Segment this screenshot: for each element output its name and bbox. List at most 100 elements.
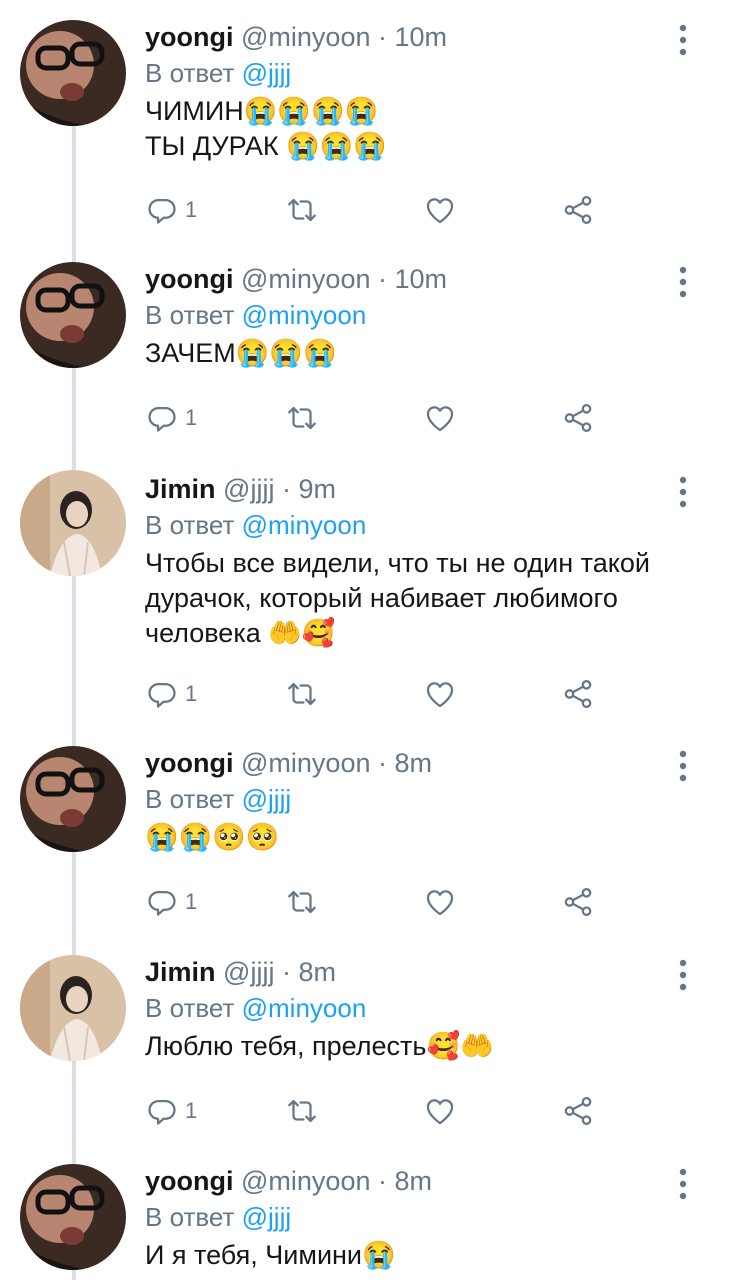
timestamp[interactable]: 8m — [298, 957, 336, 987]
more-vertical-icon[interactable] — [672, 264, 694, 304]
mention-link[interactable]: @jjjj — [242, 58, 292, 88]
tweet[interactable]: yoongi @minyoon · 8m В ответ @jjjj И я т… — [0, 1144, 736, 1280]
separator: · — [378, 22, 387, 52]
reply-button[interactable]: 1 — [145, 398, 197, 438]
tweet-text: И я тебя, Чимини😭 — [145, 1238, 705, 1273]
tweet[interactable]: yoongi @minyoon · 8m В ответ @jjjj 😭😭🥺🥺 … — [0, 726, 736, 946]
share-icon — [564, 195, 592, 225]
timestamp[interactable]: 10m — [395, 22, 448, 52]
author-handle[interactable]: @minyoon — [241, 748, 370, 778]
author-name[interactable]: Jimin — [145, 957, 216, 987]
like-button[interactable] — [423, 1091, 457, 1131]
like-button[interactable] — [423, 190, 457, 230]
tweet[interactable]: Jimin @jjjj · 8m В ответ @minyoon Люблю … — [0, 935, 736, 1155]
tweet-text: ЧИМИН😭😭😭😭 ТЫ ДУРАК 😭😭😭 — [145, 94, 705, 164]
tweet-header: yoongi @minyoon · 8m — [145, 748, 432, 779]
share-button[interactable] — [561, 674, 595, 714]
timestamp[interactable]: 9m — [298, 474, 336, 504]
retweet-icon — [288, 1099, 316, 1123]
reply-count: 1 — [185, 681, 198, 706]
separator: · — [378, 1166, 387, 1196]
avatar[interactable] — [20, 20, 126, 126]
more-vertical-icon[interactable] — [672, 474, 694, 514]
author-handle[interactable]: @jjjj — [223, 474, 274, 504]
reply-count: 1 — [185, 889, 198, 914]
timestamp[interactable]: 10m — [395, 264, 448, 294]
reply-context: В ответ @jjjj — [145, 58, 291, 89]
retweet-button[interactable] — [285, 882, 319, 922]
author-handle[interactable]: @jjjj — [223, 957, 274, 987]
avatar[interactable] — [20, 746, 126, 852]
author-name[interactable]: yoongi — [145, 22, 234, 52]
action-bar: 1 — [145, 398, 625, 438]
mention-link[interactable]: @jjjj — [242, 784, 292, 814]
share-button[interactable] — [561, 1091, 595, 1131]
reply-icon — [148, 682, 176, 708]
author-name[interactable]: Jimin — [145, 474, 216, 504]
author-handle[interactable]: @minyoon — [241, 22, 370, 52]
share-icon — [564, 679, 592, 709]
like-button[interactable] — [423, 398, 457, 438]
author-name[interactable]: yoongi — [145, 1166, 234, 1196]
reply-button[interactable]: 1 — [145, 882, 197, 922]
avatar[interactable] — [20, 470, 126, 576]
tweet[interactable]: yoongi @minyoon · 10m В ответ @jjjj ЧИМИ… — [0, 0, 736, 260]
tweet-header: yoongi @minyoon · 10m — [145, 22, 447, 53]
author-handle[interactable]: @minyoon — [241, 264, 370, 294]
reply-context: В ответ @jjjj — [145, 1202, 291, 1233]
reply-prefix: В ответ — [145, 300, 235, 330]
like-button[interactable] — [423, 882, 457, 922]
tweet-line: 😭😭🥺🥺 — [145, 822, 280, 852]
tweet-line: Люблю тебя, прелесть🥰🤲 — [145, 1031, 494, 1061]
reply-context: В ответ @minyoon — [145, 993, 366, 1024]
share-button[interactable] — [561, 882, 595, 922]
tweet-text: 😭😭🥺🥺 — [145, 820, 705, 855]
more-vertical-icon[interactable] — [672, 748, 694, 788]
mention-link[interactable]: @minyoon — [242, 993, 367, 1023]
tweet-header: yoongi @minyoon · 8m — [145, 1166, 432, 1197]
mention-link[interactable]: @minyoon — [242, 300, 367, 330]
share-button[interactable] — [561, 190, 595, 230]
avatar[interactable] — [20, 1164, 126, 1270]
retweet-icon — [288, 682, 316, 706]
more-vertical-icon[interactable] — [672, 957, 694, 997]
share-icon — [564, 403, 592, 433]
tweet-line: И я тебя, Чимини😭 — [145, 1240, 396, 1270]
author-handle[interactable]: @minyoon — [241, 1166, 370, 1196]
tweet-header: Jimin @jjjj · 8m — [145, 957, 336, 988]
tweet-text: ЗАЧЕМ😭😭😭 — [145, 336, 705, 371]
avatar[interactable] — [20, 262, 126, 368]
avatar[interactable] — [20, 955, 126, 1061]
retweet-icon — [288, 406, 316, 430]
retweet-button[interactable] — [285, 674, 319, 714]
action-bar: 1 — [145, 674, 625, 714]
like-button[interactable] — [423, 674, 457, 714]
separator: · — [378, 748, 387, 778]
share-button[interactable] — [561, 398, 595, 438]
author-name[interactable]: yoongi — [145, 264, 234, 294]
reply-prefix: В ответ — [145, 993, 235, 1023]
reply-button[interactable]: 1 — [145, 1091, 197, 1131]
retweet-button[interactable] — [285, 1091, 319, 1131]
reply-button[interactable]: 1 — [145, 674, 197, 714]
action-bar: 1 — [145, 190, 625, 230]
author-name[interactable]: yoongi — [145, 748, 234, 778]
mention-link[interactable]: @minyoon — [242, 510, 367, 540]
retweet-icon — [288, 198, 316, 222]
tweet-line: Чтобы все видели, что ты не один такой — [145, 548, 650, 578]
more-vertical-icon[interactable] — [672, 1166, 694, 1206]
retweet-button[interactable] — [285, 190, 319, 230]
tweet[interactable]: Jimin @jjjj · 9m В ответ @minyoon Чтобы … — [0, 452, 736, 732]
heart-icon — [426, 682, 454, 708]
separator: · — [281, 957, 291, 987]
retweet-button[interactable] — [285, 398, 319, 438]
tweet[interactable]: yoongi @minyoon · 10m В ответ @minyoon З… — [0, 242, 736, 462]
timestamp[interactable]: 8m — [395, 1166, 433, 1196]
mention-link[interactable]: @jjjj — [242, 1202, 292, 1232]
reply-button[interactable]: 1 — [145, 190, 197, 230]
reply-prefix: В ответ — [145, 58, 235, 88]
more-vertical-icon[interactable] — [672, 22, 694, 62]
timestamp[interactable]: 8m — [395, 748, 433, 778]
tweet-line: ЗАЧЕМ😭😭😭 — [145, 338, 337, 368]
reply-count: 1 — [185, 197, 198, 222]
